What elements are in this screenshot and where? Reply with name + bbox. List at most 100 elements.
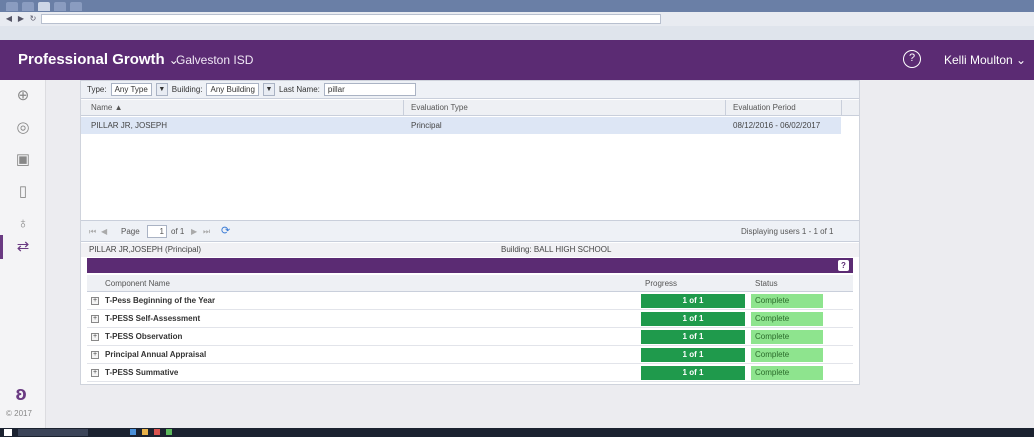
cell-name: PILLAR JR, JOSEPH bbox=[91, 121, 168, 130]
column-divider bbox=[403, 100, 404, 116]
os-taskbar bbox=[0, 428, 1034, 437]
app-icon[interactable] bbox=[154, 429, 160, 435]
type-dropdown-icon[interactable]: ▼ bbox=[155, 83, 168, 96]
arrow-circle-right-icon[interactable]: ⊕ bbox=[13, 86, 33, 106]
start-icon[interactable] bbox=[4, 429, 12, 436]
status-badge: Complete bbox=[751, 294, 823, 308]
goals-icon[interactable]: ♁ bbox=[13, 214, 33, 234]
status-badge: Complete bbox=[751, 348, 823, 362]
table-row[interactable]: + T-PESS Observation 1 of 1 Complete bbox=[87, 328, 853, 346]
district-name: Galveston ISD bbox=[176, 53, 254, 67]
component-name: T-PESS Observation bbox=[105, 332, 183, 341]
status-badge: Complete bbox=[751, 366, 823, 380]
browser-address-bar: ◀ ▶ ↻ bbox=[0, 12, 1034, 26]
badge-icon[interactable]: ◎ bbox=[13, 118, 33, 138]
copyright: © 2017 bbox=[6, 409, 32, 418]
active-indicator bbox=[0, 235, 3, 259]
component-name: Principal Annual Appraisal bbox=[105, 350, 207, 359]
browser-tab[interactable] bbox=[70, 1, 82, 11]
first-page-icon[interactable]: ⏮ bbox=[89, 227, 96, 237]
back-icon[interactable]: ◀ bbox=[5, 15, 13, 23]
column-header-evaluation-type[interactable]: Evaluation Type bbox=[411, 103, 468, 112]
column-header-progress[interactable]: Progress bbox=[645, 279, 677, 288]
table-row[interactable]: + Principal Annual Appraisal 1 of 1 Comp… bbox=[87, 346, 853, 364]
left-nav-rail: ⊕ ◎ ▣ ▯ ♁ ⇄ ʚ © 2017 bbox=[0, 80, 46, 428]
browser-tabstrip bbox=[0, 0, 1034, 12]
last-name-label: Last Name: bbox=[278, 85, 320, 94]
selected-building: Building: BALL HIGH SCHOOL bbox=[501, 245, 612, 254]
column-divider bbox=[841, 100, 842, 116]
clipboard-icon[interactable]: ▯ bbox=[13, 182, 33, 202]
page-of-label: of 1 bbox=[171, 227, 185, 236]
component-name: T-PESS Self-Assessment bbox=[105, 314, 201, 323]
last-page-icon[interactable]: ⏭ bbox=[203, 227, 210, 237]
next-page-icon[interactable]: ▶ bbox=[191, 227, 197, 236]
components-header: Component Name Progress Status bbox=[87, 275, 853, 292]
table-row[interactable]: + T-PESS Self-Assessment 1 of 1 Complete bbox=[87, 310, 853, 328]
swap-arrows-icon[interactable]: ⇄ bbox=[13, 237, 33, 257]
component-name: T-PESS Summative bbox=[105, 368, 179, 377]
forward-icon[interactable]: ▶ bbox=[17, 15, 25, 23]
last-name-input[interactable]: pillar bbox=[323, 83, 416, 96]
app-header: Professional Growth ⌄ Galveston ISD ? Kel… bbox=[0, 40, 1034, 80]
refresh-icon[interactable]: ⟳ bbox=[221, 224, 230, 237]
displaying-count: Displaying users 1 - 1 of 1 bbox=[741, 227, 834, 236]
page-number-input[interactable]: 1 bbox=[147, 225, 167, 238]
prev-page-icon[interactable]: ◀ bbox=[101, 227, 107, 236]
progress-badge: 1 of 1 bbox=[641, 294, 745, 308]
table-row[interactable]: + T-Pess Beginning of the Year 1 of 1 Co… bbox=[87, 292, 853, 310]
type-filter-label: Type: bbox=[87, 85, 107, 94]
filter-bar: Type: Any Type ▼ Building: Any Building … bbox=[81, 81, 859, 99]
status-badge: Complete bbox=[751, 312, 823, 326]
components-toolbar: ? bbox=[87, 258, 853, 273]
expand-icon[interactable]: + bbox=[91, 297, 99, 305]
column-header-evaluation-period[interactable]: Evaluation Period bbox=[733, 103, 796, 112]
table-row[interactable]: + T-PESS Summative 1 of 1 Complete bbox=[87, 364, 853, 382]
building-select[interactable]: Any Building bbox=[206, 83, 259, 96]
selected-user-bar: PILLAR JR,JOSEPH (Principal) Building: B… bbox=[81, 243, 859, 257]
expand-icon[interactable]: + bbox=[91, 315, 99, 323]
expand-icon[interactable]: + bbox=[91, 333, 99, 341]
question-icon[interactable]: ? bbox=[838, 260, 849, 271]
pagination-bar: ⏮ ◀ Page 1 of 1 ▶ ⏭ ⟳ Displaying users 1… bbox=[81, 220, 859, 242]
expand-icon[interactable]: + bbox=[91, 369, 99, 377]
taskbar-search[interactable] bbox=[18, 429, 88, 436]
cell-evaluation-type: Principal bbox=[411, 121, 442, 130]
progress-badge: 1 of 1 bbox=[641, 330, 745, 344]
column-header-component-name[interactable]: Component Name bbox=[105, 279, 170, 288]
bookmarks-bar bbox=[0, 26, 1034, 40]
cell-evaluation-period: 08/12/2016 - 06/02/2017 bbox=[733, 121, 821, 130]
progress-badge: 1 of 1 bbox=[641, 312, 745, 326]
evaluation-panel: Type: Any Type ▼ Building: Any Building … bbox=[80, 80, 860, 385]
building-dropdown-icon[interactable]: ▼ bbox=[262, 83, 275, 96]
column-header-name[interactable]: Name ▲ bbox=[91, 103, 122, 112]
expand-icon[interactable]: + bbox=[91, 351, 99, 359]
browser-tab[interactable] bbox=[22, 1, 34, 11]
user-menu[interactable]: Kelli Moulton ⌄ bbox=[944, 53, 1026, 67]
help-circle-icon[interactable]: ? bbox=[903, 50, 921, 68]
users-grid-header: Name ▲ Evaluation Type Evaluation Period bbox=[81, 100, 859, 116]
app-icon[interactable] bbox=[142, 429, 148, 435]
page-label: Page bbox=[121, 227, 140, 236]
type-select[interactable]: Any Type bbox=[110, 83, 152, 96]
brand-logo: ʚ bbox=[15, 383, 27, 405]
browser-tab[interactable] bbox=[54, 1, 66, 11]
reload-icon[interactable]: ↻ bbox=[29, 15, 37, 23]
app-icon[interactable] bbox=[166, 429, 172, 435]
building-filter-label: Building: bbox=[171, 85, 203, 94]
components-table: Component Name Progress Status + T-Pess … bbox=[87, 275, 853, 382]
component-name: T-Pess Beginning of the Year bbox=[105, 296, 216, 305]
progress-badge: 1 of 1 bbox=[641, 366, 745, 380]
url-field[interactable] bbox=[41, 14, 661, 24]
progress-badge: 1 of 1 bbox=[641, 348, 745, 362]
browser-chrome: ◀ ▶ ↻ bbox=[0, 0, 1034, 40]
app-icon[interactable] bbox=[130, 429, 136, 435]
column-header-status[interactable]: Status bbox=[755, 279, 778, 288]
app-menu[interactable]: Professional Growth ⌄ bbox=[18, 51, 179, 68]
selected-person: PILLAR JR,JOSEPH (Principal) bbox=[89, 245, 202, 254]
table-row[interactable]: PILLAR JR, JOSEPH Principal 08/12/2016 -… bbox=[81, 117, 841, 134]
browser-tab[interactable] bbox=[6, 1, 18, 11]
status-badge: Complete bbox=[751, 330, 823, 344]
browser-tab-active[interactable] bbox=[38, 1, 50, 11]
contacts-icon[interactable]: ▣ bbox=[13, 150, 33, 170]
